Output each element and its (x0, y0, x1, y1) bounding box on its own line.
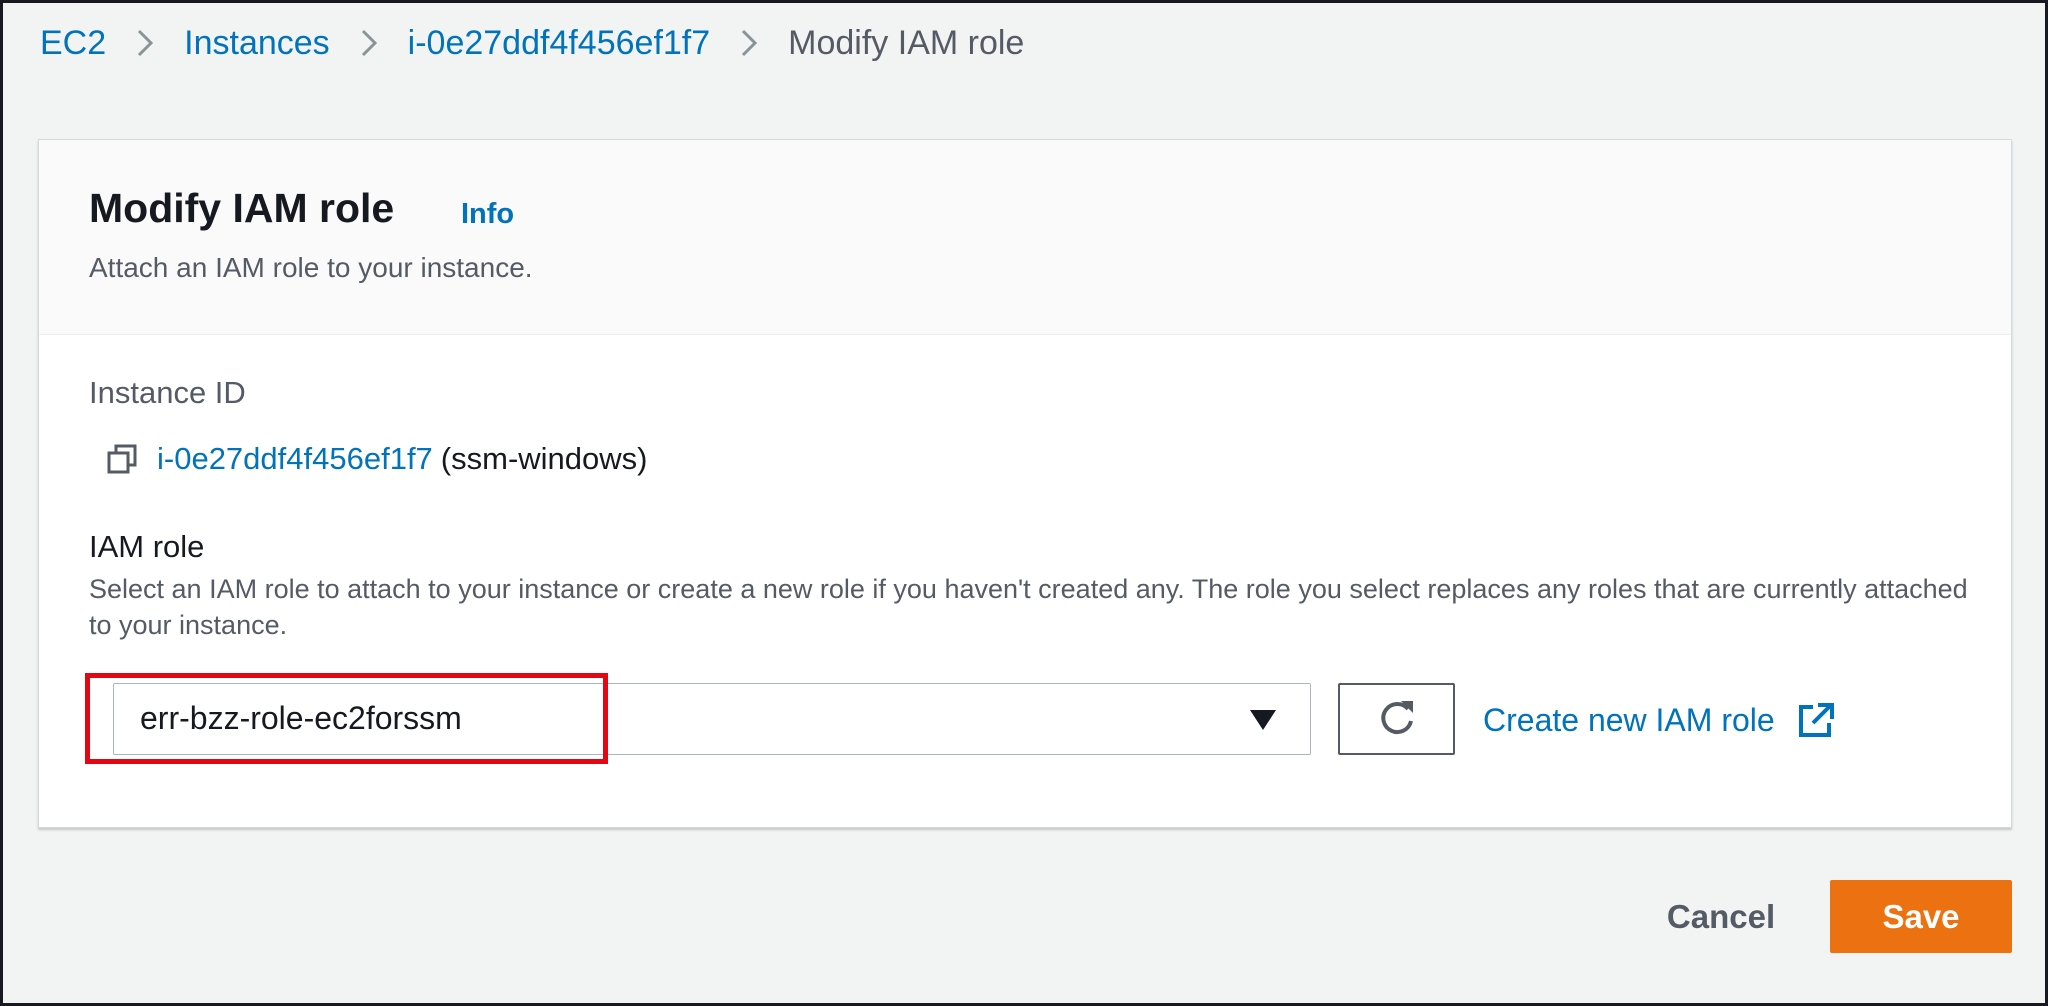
create-iam-role-label: Create new IAM role (1483, 701, 1775, 738)
breadcrumb-ec2[interactable]: EC2 (40, 24, 106, 63)
refresh-icon (1375, 697, 1419, 741)
instance-id-value: i-0e27ddf4f456ef1f7 (ssm-windows) (105, 436, 647, 482)
breadcrumb-current: Modify IAM role (788, 23, 1025, 62)
iam-role-selected-value: err-bzz-role-ec2forssm (140, 700, 462, 736)
breadcrumb: EC2 Instances i-0e27ddf4f456ef1f7 Modify… (40, 18, 1024, 68)
cancel-button[interactable]: Cancel (1648, 880, 1794, 953)
copy-icon[interactable] (105, 442, 139, 476)
iam-role-description: Select an IAM role to attach to your ins… (89, 574, 1968, 640)
modify-iam-role-panel: Modify IAM role Info Attach an IAM role … (38, 139, 2012, 828)
page-title: Modify IAM role (89, 185, 395, 231)
instance-id-label: Instance ID (89, 375, 246, 410)
iam-role-select[interactable]: err-bzz-role-ec2forssm (113, 683, 1311, 755)
refresh-button[interactable] (1338, 683, 1455, 755)
create-iam-role-link[interactable]: Create new IAM role (1483, 698, 1835, 742)
chevron-right-icon (360, 28, 378, 58)
chevron-right-icon (740, 28, 758, 58)
panel-header: Modify IAM role Info Attach an IAM role … (39, 140, 2011, 335)
panel-description: Attach an IAM role to your instance. (89, 252, 533, 283)
chevron-right-icon (136, 28, 154, 58)
caret-down-icon (1250, 710, 1276, 730)
external-link-icon (1797, 701, 1835, 739)
breadcrumb-instances[interactable]: Instances (184, 24, 330, 63)
save-button[interactable]: Save (1830, 880, 2012, 953)
iam-role-label: IAM role (89, 529, 205, 564)
breadcrumb-instance-id[interactable]: i-0e27ddf4f456ef1f7 (408, 24, 710, 63)
instance-name: (ssm-windows) (440, 441, 648, 476)
info-link[interactable]: Info (461, 198, 514, 231)
instance-id-link[interactable]: i-0e27ddf4f456ef1f7 (157, 441, 433, 477)
